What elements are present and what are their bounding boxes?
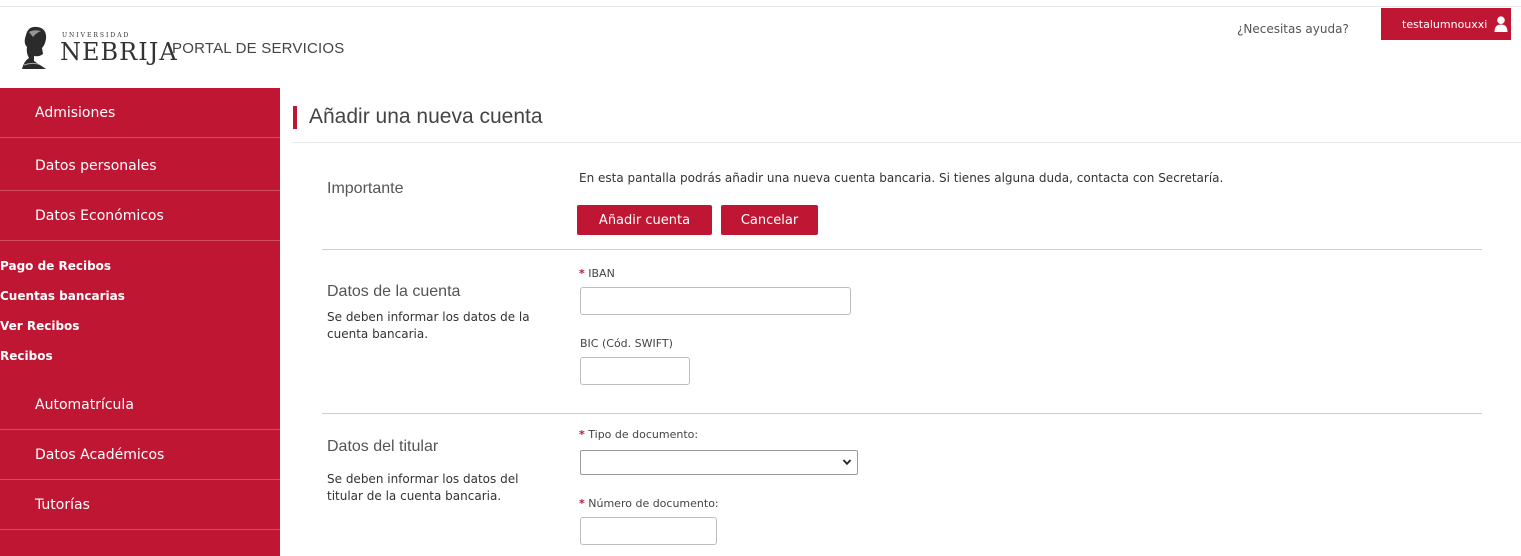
section-desc-titular: Se deben informar los datos del titular … [327, 472, 519, 503]
cancel-button[interactable]: Cancelar [721, 205, 818, 235]
logo-big-text: NEBRIJA [60, 37, 178, 66]
sidebar-item-label: Datos personales [35, 157, 157, 174]
sidebar-item-label: Datos Económicos [35, 207, 164, 224]
sidebar-subitem-pago-recibos[interactable]: Pago de Recibos [0, 259, 111, 273]
sidebar-item-label: Admisiones [35, 104, 116, 121]
bic-label: BIC (Cód. SWIFT) [580, 337, 673, 350]
header: UNIVERSIDAD NEBRIJA PORTAL DE SERVICIOS … [0, 0, 1521, 86]
doc-type-label-text: Tipo de documento: [588, 428, 699, 441]
sidebar-subitem-recibos[interactable]: Recibos [0, 349, 53, 363]
doc-type-select[interactable] [580, 450, 858, 475]
sidebar-item-label: Tutorías [35, 496, 90, 513]
required-asterisk: * [579, 428, 585, 441]
doc-type-label: * Tipo de documento: [579, 428, 698, 441]
iban-label-text: IBAN [588, 267, 615, 280]
doc-number-label-text: Número de documento: [588, 497, 719, 510]
sidebar-item-tutorias[interactable]: Tutorías [0, 480, 280, 530]
section-title-importante: Importante [327, 180, 404, 197]
required-asterisk: * [579, 497, 585, 510]
logo-text: UNIVERSIDAD NEBRIJA [60, 32, 178, 66]
add-account-button[interactable]: Añadir cuenta [577, 205, 712, 235]
nebrija-head-icon [22, 26, 47, 69]
chevron-down-icon [842, 459, 852, 466]
bic-input[interactable] [580, 357, 690, 385]
iban-label: * IBAN [579, 267, 615, 280]
iban-input[interactable] [580, 287, 851, 315]
sidebar-item-label: Datos Académicos [35, 446, 165, 463]
help-link[interactable]: ¿Necesitas ayuda? [1237, 22, 1349, 36]
user-menu-button[interactable]: testalumnouxxi [1381, 8, 1511, 40]
sidebar-subitem-cuentas-bancarias[interactable]: Cuentas bancarias [0, 289, 125, 303]
sidebar-item-admisiones[interactable]: Admisiones [0, 88, 280, 138]
section-desc-cuenta: Se deben informar los datos de la cuenta… [327, 310, 530, 341]
page-title: Añadir una nueva cuenta [309, 105, 543, 128]
doc-number-input[interactable] [580, 517, 717, 545]
info-text: En esta pantalla podrás añadir una nueva… [579, 171, 1224, 185]
divider [322, 413, 1482, 414]
section-title-titular: Datos del titular [327, 438, 439, 455]
sidebar-subitem-ver-recibos[interactable]: Ver Recibos [0, 319, 79, 333]
doc-number-label: * Número de documento: [579, 497, 719, 510]
section-title-cuenta: Datos de la cuenta [327, 283, 461, 300]
sidebar-item-datos-personales[interactable]: Datos personales [0, 141, 280, 191]
university-logo[interactable]: UNIVERSIDAD NEBRIJA [20, 24, 178, 72]
username: testalumnouxxi [1402, 17, 1488, 31]
portal-title: PORTAL DE SERVICIOS [172, 40, 345, 57]
sidebar-item-datos-academicos[interactable]: Datos Académicos [0, 430, 280, 480]
user-icon [1494, 16, 1508, 32]
sidebar-item-datos-economicos[interactable]: Datos Económicos [0, 191, 280, 241]
title-accent-bar [293, 106, 297, 129]
divider [322, 249, 1482, 250]
sidebar-item-automatricula[interactable]: Automatrícula [0, 380, 280, 430]
sidebar-item-label: Automatrícula [35, 396, 134, 413]
sidebar: Admisiones Datos personales Datos Económ… [0, 88, 280, 556]
required-asterisk: * [579, 267, 585, 280]
header-top-line [0, 6, 1521, 7]
